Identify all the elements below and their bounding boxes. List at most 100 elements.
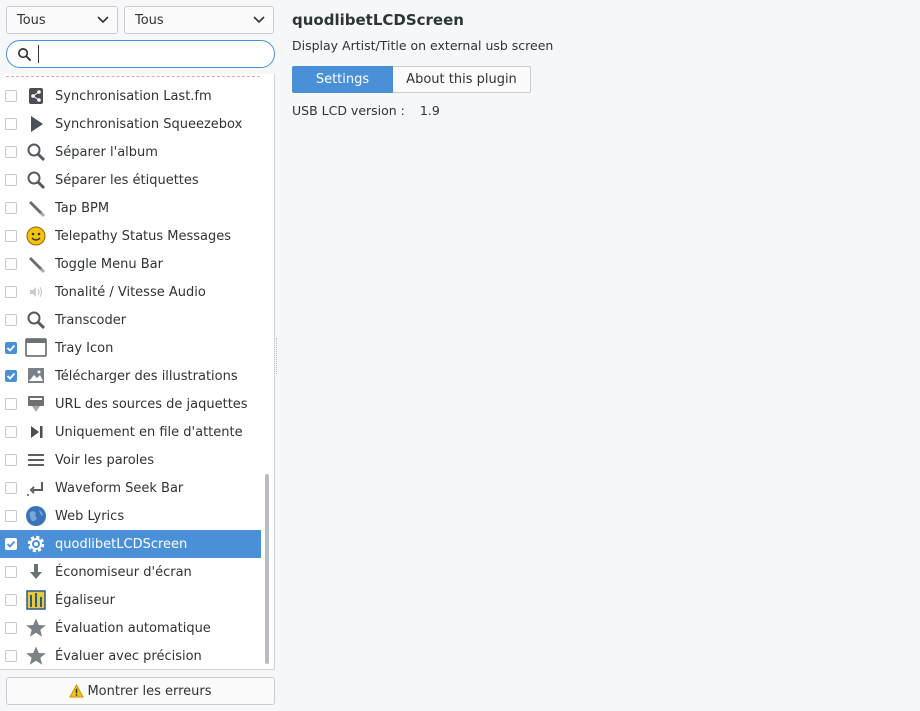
globe-icon (25, 505, 47, 527)
list-item[interactable]: Séparer l'album (0, 138, 261, 166)
list-item[interactable]: Synchronisation Last.fm (0, 82, 261, 110)
checkmark-icon (6, 372, 16, 380)
list-item-label: Tap BPM (55, 200, 110, 216)
warning-icon (69, 684, 85, 698)
plugin-checkbox[interactable] (5, 454, 17, 466)
list-item[interactable]: Uniquement en file d'attente (0, 418, 261, 446)
filter-combo-2[interactable]: Tous (124, 6, 274, 34)
list-item[interactable]: Tray Icon (0, 334, 261, 362)
list-item-label: Toggle Menu Bar (55, 256, 163, 272)
checkmark-icon (6, 540, 16, 548)
window-icon (25, 337, 47, 359)
list-item-label: Égaliseur (55, 592, 116, 608)
filter-combo-2-label: Tous (135, 12, 164, 28)
equalizer-icon (25, 589, 47, 611)
list-item-label: Telepathy Status Messages (55, 228, 232, 244)
plugin-checkbox[interactable] (5, 118, 17, 130)
list-item[interactable]: Tonalité / Vitesse Audio (0, 278, 261, 306)
play-icon (25, 113, 47, 135)
list-item[interactable]: Évaluer avec précision (0, 642, 261, 669)
plugin-checkbox[interactable] (5, 398, 17, 410)
list-item[interactable]: Télécharger des illustrations (0, 362, 261, 390)
search-input[interactable] (38, 45, 264, 63)
list-item[interactable]: Économiseur d'écran (0, 558, 261, 586)
plugin-checkbox[interactable] (5, 258, 17, 270)
list-item[interactable]: Évaluation automatique (0, 614, 261, 642)
plugin-checkbox[interactable] (5, 230, 17, 242)
search-field[interactable] (6, 40, 275, 68)
plugin-checkbox[interactable] (5, 146, 17, 158)
arrow-down-icon (25, 561, 47, 583)
list-item-label: Synchronisation Last.fm (55, 88, 212, 104)
lines-icon (25, 449, 47, 471)
show-errors-button[interactable]: Montrer les erreurs (6, 677, 275, 705)
plugin-checkbox[interactable] (5, 594, 17, 606)
list-item[interactable]: Séparer les étiquettes (0, 166, 261, 194)
list-item-label: Évaluation automatique (55, 620, 211, 636)
list-item[interactable]: Telepathy Status Messages (0, 222, 261, 250)
chevron-down-icon (253, 16, 265, 24)
plugin-list[interactable]: Synchronisation Last.fm Synchronisation S… (0, 74, 275, 670)
plugin-checkbox[interactable] (5, 314, 17, 326)
star-icon (25, 645, 47, 667)
list-item-label: Télécharger des illustrations (55, 368, 238, 384)
list-item[interactable]: Synchronisation Squeezebox (0, 110, 261, 138)
list-item-label: Transcoder (55, 312, 127, 328)
list-item-label: Tray Icon (55, 340, 114, 356)
image-icon (25, 365, 47, 387)
list-item[interactable]: Égaliseur (0, 586, 261, 614)
search-icon (18, 47, 32, 61)
list-item[interactable]: URL des sources de jaquettes (0, 390, 261, 418)
list-item-label: Séparer les étiquettes (55, 172, 199, 188)
plugin-checkbox[interactable] (5, 650, 17, 662)
plugin-checkbox[interactable] (5, 538, 17, 550)
plugin-checkbox[interactable] (5, 90, 17, 102)
tab-settings[interactable]: Settings (292, 66, 393, 93)
plugin-title: quodlibetLCDScreen (292, 11, 464, 29)
plugin-checkbox[interactable] (5, 286, 17, 298)
list-item[interactable]: Voir les paroles (0, 446, 261, 474)
show-errors-label: Montrer les erreurs (87, 683, 212, 699)
plugin-tabs: Settings About this plugin (292, 66, 531, 93)
plugin-description: Display Artist/Title on external usb scr… (292, 38, 554, 53)
download-box-icon (25, 393, 47, 415)
version-value: 1.9 (419, 103, 440, 118)
plugin-checkbox[interactable] (5, 370, 17, 382)
plugin-checkbox[interactable] (5, 510, 17, 522)
plugin-checkbox[interactable] (5, 566, 17, 578)
list-item-label: Voir les paroles (55, 452, 155, 468)
filter-combo-1[interactable]: Tous (6, 6, 118, 34)
list-item[interactable]: Toggle Menu Bar (0, 250, 261, 278)
plugin-list-scrollbar[interactable] (265, 474, 269, 664)
magnifier-icon (25, 169, 47, 191)
list-item-label: Tonalité / Vitesse Audio (55, 284, 206, 300)
list-item-label: Synchronisation Squeezebox (55, 116, 243, 132)
gear-icon (25, 533, 47, 555)
list-item-label: Uniquement en file d'attente (55, 424, 243, 440)
plugin-checkbox[interactable] (5, 202, 17, 214)
list-item-label: URL des sources de jaquettes (55, 396, 248, 412)
list-item-label: quodlibetLCDScreen (55, 536, 188, 552)
smiley-icon (25, 225, 47, 247)
plugin-checkbox[interactable] (5, 622, 17, 634)
plugin-checkbox[interactable] (5, 174, 17, 186)
filter-combo-1-label: Tous (17, 12, 46, 28)
plugin-checkbox[interactable] (5, 426, 17, 438)
drop-indicator (6, 76, 260, 77)
tab-about-this-plugin[interactable]: About this plugin (393, 66, 531, 93)
list-item-label: Web Lyrics (55, 508, 125, 524)
plugin-checkbox[interactable] (5, 482, 17, 494)
star-icon (25, 617, 47, 639)
list-item[interactable]: quodlibetLCDScreen (0, 530, 261, 558)
list-item[interactable]: Waveform Seek Bar (0, 474, 261, 502)
checkmark-icon (6, 344, 16, 352)
speaker-icon (25, 281, 47, 303)
list-item[interactable]: Web Lyrics (0, 502, 261, 530)
plugin-checkbox[interactable] (5, 342, 17, 354)
pane-resize-handle[interactable] (276, 338, 279, 374)
list-item-label: Waveform Seek Bar (55, 480, 184, 496)
list-item[interactable]: Tap BPM (0, 194, 261, 222)
list-item[interactable]: Transcoder (0, 306, 261, 334)
chevron-down-icon (97, 16, 109, 24)
share-icon (25, 85, 47, 107)
